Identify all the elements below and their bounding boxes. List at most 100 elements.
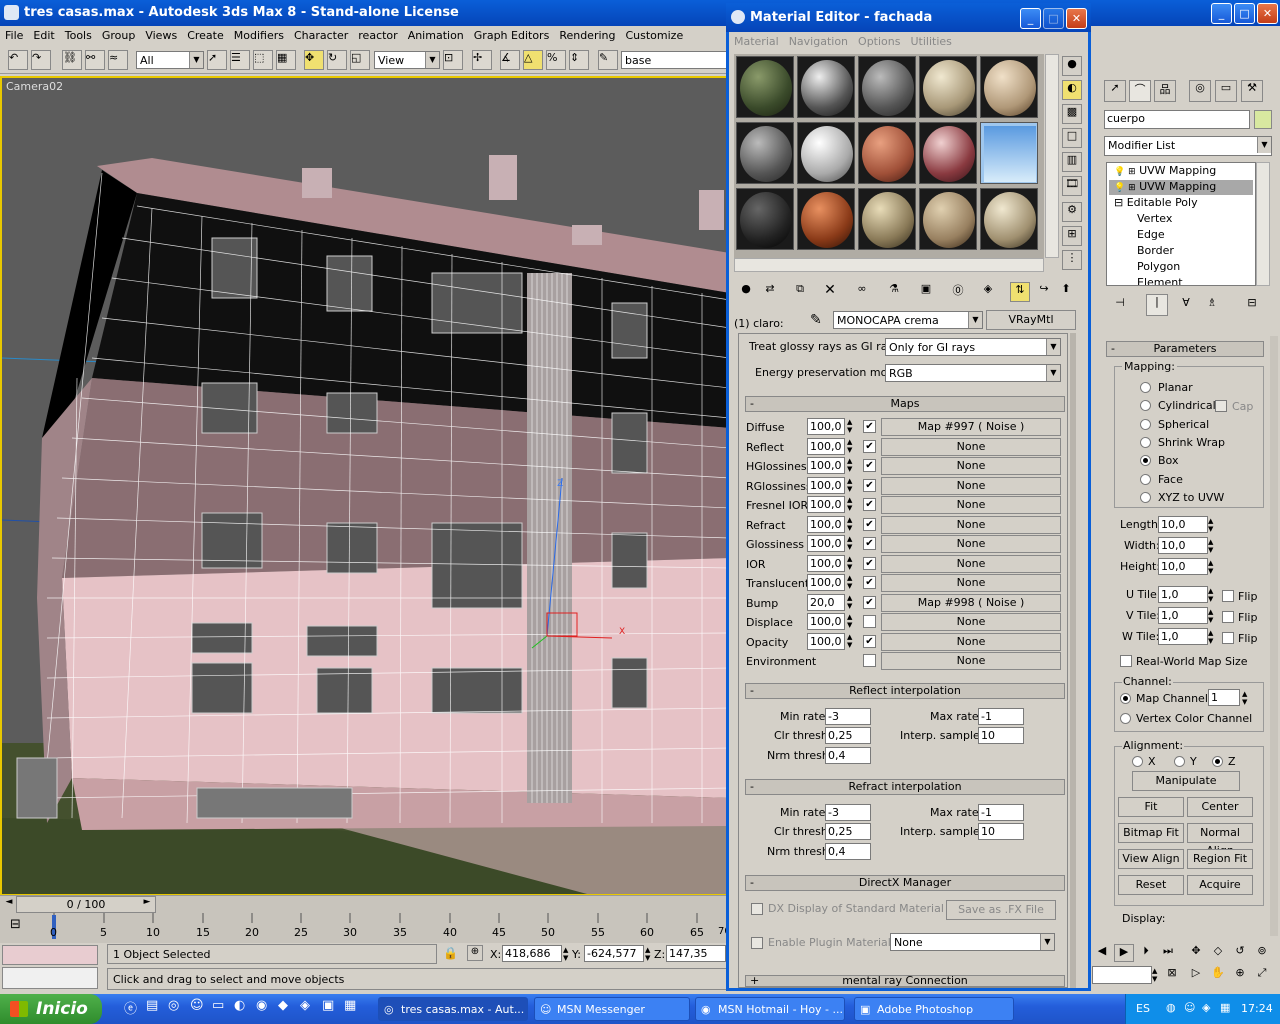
hand-pan-icon[interactable]: ✋ (1208, 966, 1228, 984)
modify-tab-icon[interactable]: ⌒ (1129, 80, 1151, 102)
energy-mode-dropdown[interactable]: RGB ▼ (885, 364, 1061, 382)
mapping-radio-face[interactable] (1140, 473, 1151, 485)
map-slot-button[interactable]: None (881, 613, 1061, 631)
task-msn-messenger[interactable]: ☺ MSN Messenger (534, 997, 690, 1021)
named-selection-icon[interactable]: ✎ (598, 50, 618, 70)
refract-interp-header[interactable]: - Refract interpolation (745, 779, 1065, 795)
reflect-interp-header[interactable]: - Reflect interpolation (745, 683, 1065, 699)
map-amount-field[interactable]: 20,0 (807, 593, 845, 611)
sample-slot[interactable] (858, 56, 916, 118)
plugin-material-dropdown[interactable]: None ▼ (890, 933, 1055, 951)
x-spinner[interactable]: ▲ ▼ (563, 946, 568, 962)
get-material-icon[interactable]: ● (736, 282, 756, 302)
map-amount-field[interactable]: 100,0 (807, 496, 845, 513)
map-enable-checkbox[interactable]: ✔ (863, 556, 876, 570)
w-flip-checkbox[interactable] (1222, 632, 1234, 644)
align-x-radio[interactable] (1132, 756, 1143, 767)
menu-views[interactable]: Views (140, 26, 182, 42)
video-color-check-icon[interactable]: ▥ (1062, 152, 1082, 172)
map-channel-field[interactable]: 1 (1208, 689, 1240, 706)
sample-type-icon[interactable]: ● (1062, 56, 1082, 76)
absolute-mode-icon[interactable]: ⊕ (467, 945, 483, 961)
mated-menu-utilities[interactable]: Utilities (905, 32, 956, 48)
sample-slot[interactable] (797, 56, 855, 118)
refract-clr-field[interactable]: 0,25 (825, 823, 871, 840)
map-amount-spinner[interactable]: ▲ ▼ (847, 477, 857, 494)
tray-icon-2[interactable]: ☺ (1184, 1001, 1195, 1014)
map-amount-field[interactable]: 100,0 (807, 476, 845, 494)
menu-edit[interactable]: Edit (28, 26, 59, 42)
stack-item-editable-poly[interactable]: ⊟ Editable Poly (1109, 196, 1253, 211)
snap-toggle-icon[interactable]: ∡ (500, 50, 520, 70)
map-enable-checkbox[interactable]: ✔ (863, 517, 876, 531)
vertex-color-channel-radio[interactable] (1120, 713, 1131, 724)
photoshop-icon[interactable]: ▣ (322, 998, 334, 1013)
rect-selection-icon[interactable]: ⬚ (253, 50, 273, 70)
map-amount-spinner[interactable]: ▲ ▼ (847, 555, 857, 572)
refract-min-rate-field[interactable]: -3 (825, 804, 871, 821)
manipulate-icon[interactable]: ✢ (472, 50, 492, 70)
bulb-icon[interactable]: 💡 ⊞ (1114, 183, 1136, 193)
tray-icon-3[interactable]: ◈ (1202, 1001, 1210, 1014)
walkthrough-icon[interactable]: ▷ (1186, 966, 1206, 984)
w-tile-field[interactable]: 1,0 (1158, 628, 1208, 645)
mapping-radio-planar[interactable] (1140, 382, 1151, 393)
stack-item-border[interactable]: Border (1137, 244, 1174, 259)
enable-plugin-checkbox[interactable] (751, 937, 763, 949)
align-y-radio[interactable] (1174, 756, 1185, 767)
camera-viewport[interactable]: Z X Camera02 (0, 76, 728, 896)
refract-nrm-field[interactable]: 0,4 (825, 843, 871, 860)
modifier-list-dropdown[interactable]: Modifier List ▼ (1104, 136, 1272, 156)
map-channel-spinner[interactable]: ▲ ▼ (1242, 690, 1247, 706)
close-button[interactable]: ✕ (1257, 3, 1278, 24)
ms-icon[interactable]: ▦ (344, 998, 356, 1013)
align-z-radio[interactable] (1212, 756, 1223, 767)
directx-manager-header[interactable]: - DirectX Manager (745, 875, 1065, 891)
map-amount-field[interactable]: 100,0 (807, 437, 845, 455)
map-enable-checkbox[interactable] (863, 654, 876, 667)
map-amount-field[interactable]: 100,0 (807, 535, 845, 552)
map-enable-checkbox[interactable]: ✔ (863, 576, 876, 589)
map-enable-checkbox[interactable]: ✔ (863, 420, 876, 433)
dx-display-checkbox[interactable] (751, 903, 763, 915)
map-enable-checkbox[interactable] (863, 615, 876, 628)
bulb-icon[interactable]: 💡 ⊞ (1114, 167, 1136, 177)
menu-group[interactable]: Group (97, 26, 141, 42)
map-channel-radio[interactable] (1120, 693, 1131, 704)
menu-modifiers[interactable]: Modifiers (229, 26, 289, 42)
view-align-button[interactable]: View Align (1118, 849, 1184, 869)
app-icon-quick[interactable]: ◆ (278, 998, 288, 1013)
fov-icon[interactable]: ◇ (1208, 944, 1228, 962)
media-player-icon[interactable]: ◐ (234, 998, 245, 1013)
reset-map-icon[interactable]: ✕ (820, 282, 840, 302)
map-amount-spinner[interactable]: ▲ ▼ (847, 516, 857, 533)
menu-file[interactable]: File (0, 26, 28, 42)
reflect-max-rate-field[interactable]: -1 (978, 708, 1024, 725)
next-frame-icon[interactable]: ⏵ (1136, 944, 1156, 962)
reflect-clr-field[interactable]: 0,25 (825, 727, 871, 744)
current-frame-spinner[interactable]: ▲ ▼ (1152, 967, 1157, 983)
y-spinner[interactable]: ▲ ▼ (645, 946, 650, 962)
time-slider[interactable]: ◄ 0 / 100 ► (0, 895, 728, 913)
width-field[interactable]: 10,0 (1158, 537, 1208, 554)
roll-icon[interactable]: ⊚ (1252, 944, 1272, 962)
select-link-icon[interactable]: ⛓ (62, 50, 82, 70)
angle-snap-icon[interactable]: △ (523, 50, 543, 70)
slots-vscroll[interactable] (1045, 54, 1059, 258)
max-icon[interactable]: ◈ (300, 998, 310, 1013)
map-slot-button[interactable]: None (881, 515, 1061, 534)
remove-modifier-icon[interactable]: ♗ (1202, 296, 1222, 316)
sample-slot[interactable] (736, 122, 794, 184)
map-slot-button[interactable]: None (881, 476, 1061, 495)
map-slot-button[interactable]: None (881, 496, 1061, 514)
map-slot-button[interactable]: None (881, 652, 1061, 670)
lock-selection-icon[interactable]: 🔒 (443, 946, 458, 960)
u-flip-checkbox[interactable] (1222, 590, 1234, 602)
utilities-tab-icon[interactable]: ⚒ (1241, 80, 1263, 102)
firefox-icon[interactable]: ◉ (256, 998, 267, 1013)
map-enable-checkbox[interactable]: ✔ (863, 595, 876, 609)
maxscript-listener-mini-2[interactable] (2, 967, 98, 989)
bitmap-fit-button[interactable]: Bitmap Fit (1118, 823, 1184, 843)
bind-spacewarp-icon[interactable]: ≈ (108, 50, 128, 70)
select-by-name-icon[interactable]: ☰ (230, 50, 250, 70)
